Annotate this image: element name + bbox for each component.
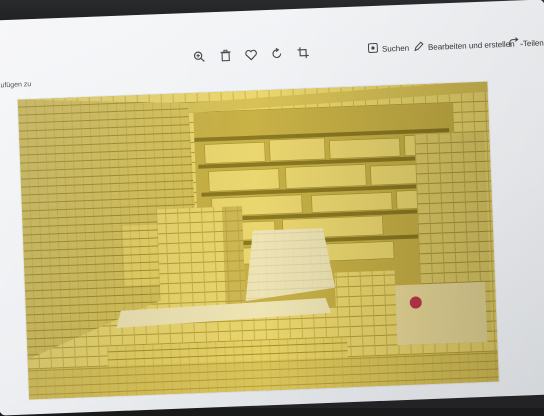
crop-icon[interactable]	[295, 44, 312, 61]
photos-app-window: Suchen Bearbeiten und erstellen ⌄ Teilen…	[0, 0, 544, 416]
edit-icon	[414, 41, 424, 54]
search-button[interactable]: Suchen	[368, 39, 410, 59]
photo-viewer-image	[18, 82, 499, 400]
share-button[interactable]: Teilen	[509, 33, 544, 52]
search-icon	[368, 42, 378, 55]
share-icon	[509, 37, 519, 50]
trash-icon[interactable]	[217, 47, 234, 64]
edit-create-label: Bearbeiten und erstellen	[428, 39, 515, 51]
heart-icon[interactable]	[243, 46, 260, 63]
share-label: Teilen	[523, 38, 544, 48]
post-it-room-photo	[18, 82, 499, 400]
search-label: Suchen	[382, 43, 409, 53]
zoom-in-icon[interactable]	[191, 48, 208, 65]
rotate-icon[interactable]	[269, 45, 286, 62]
